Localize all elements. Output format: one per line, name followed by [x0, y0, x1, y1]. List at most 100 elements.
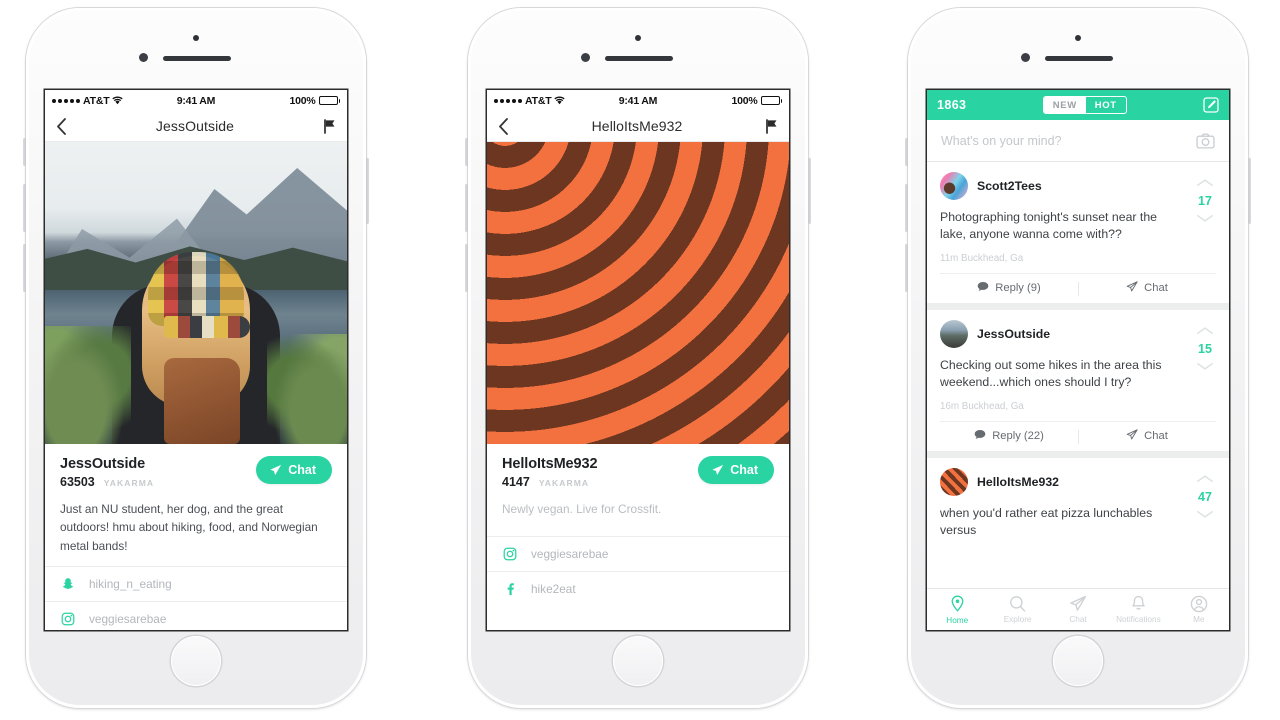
mute-switch[interactable] [465, 138, 468, 166]
chat-action-label: Chat [1144, 282, 1168, 295]
post-item[interactable]: Scott2Tees Photographing tonight's sunse… [927, 162, 1229, 303]
chat-button-2[interactable]: Chat [698, 456, 774, 484]
volume-down-button[interactable] [905, 244, 908, 292]
post-username[interactable]: HelloItsMe932 [977, 475, 1059, 489]
phone-device-3: 1863 NEW HOT What's on your mind? Scott2… [905, 5, 1251, 711]
power-button[interactable] [366, 158, 369, 224]
phone-3-screen: 1863 NEW HOT What's on your mind? Scott2… [927, 90, 1229, 630]
post-composer[interactable]: What's on your mind? [927, 120, 1229, 162]
tab-me[interactable]: Me [1169, 595, 1229, 624]
downvote-icon[interactable] [1192, 506, 1218, 524]
home-button[interactable] [613, 636, 663, 686]
power-button[interactable] [1248, 158, 1251, 224]
back-chevron-icon[interactable] [498, 117, 509, 135]
compose-icon[interactable] [1203, 97, 1219, 113]
post-item[interactable]: JessOutside Checking out some hikes in t… [927, 309, 1229, 451]
upvote-icon[interactable] [1192, 470, 1218, 488]
action-divider [1078, 429, 1079, 444]
front-camera-icon [139, 53, 148, 62]
volume-down-button[interactable] [465, 244, 468, 292]
social-row-facebook[interactable]: hike2eat [487, 571, 789, 606]
ios-status-bar: AT&T 9:41 AM 100% [487, 90, 789, 111]
chat-button-label-1: Chat [288, 463, 316, 477]
downvote-icon[interactable] [1192, 210, 1218, 228]
bell-icon [1130, 595, 1147, 613]
flag-icon[interactable] [765, 118, 778, 134]
tab-label-chat: Chat [1069, 615, 1087, 624]
arc-pattern-graphic [487, 142, 789, 444]
reply-button[interactable]: Reply (9) [940, 281, 1078, 295]
profile-karma-label-1: YAKARMA [103, 478, 155, 488]
composer-placeholder: What's on your mind? [941, 133, 1062, 148]
mute-switch[interactable] [905, 138, 908, 166]
vote-control[interactable]: 17 [1192, 174, 1218, 228]
tab-explore[interactable]: Explore [987, 595, 1047, 624]
profile-title-2: HelloItsMe932 [591, 118, 683, 134]
ios-status-bar: AT&T 9:41 AM 100% [45, 90, 347, 111]
tab-chat[interactable]: Chat [1048, 595, 1108, 624]
avatar[interactable] [940, 319, 968, 348]
foliage-right [267, 334, 347, 444]
phone-device-2: AT&T 9:41 AM 100% HelloItsMe932 HelloIts… [465, 5, 811, 711]
post-item[interactable]: HelloItsMe932 when you'd rather eat pizz… [927, 457, 1229, 564]
front-camera-dot-icon [193, 35, 199, 41]
feed-sort-segmented-control[interactable]: NEW HOT [1042, 96, 1127, 114]
home-button[interactable] [1053, 636, 1103, 686]
social-row-instagram[interactable]: veggiesarebae [487, 536, 789, 571]
profile-navbar-2: HelloItsMe932 [487, 111, 789, 142]
post-actions: Reply (9) Chat [940, 272, 1216, 303]
vote-control[interactable]: 47 [1192, 470, 1218, 524]
chat-action-button[interactable]: Chat [1078, 429, 1216, 444]
phone-device-1: AT&T 9:41 AM 100% JessOutside JessOutsid… [23, 5, 369, 711]
volume-up-button[interactable] [23, 184, 26, 232]
social-list-2: veggiesarebae hike2eat [487, 536, 789, 606]
foliage-left [45, 326, 131, 444]
avatar[interactable] [940, 467, 968, 496]
home-button[interactable] [171, 636, 221, 686]
post-feed[interactable]: Scott2Tees Photographing tonight's sunse… [927, 162, 1229, 564]
social-row-snapchat[interactable]: hiking_n_eating [45, 565, 347, 601]
volume-up-button[interactable] [465, 184, 468, 232]
reply-button[interactable]: Reply (22) [940, 429, 1078, 443]
power-button[interactable] [808, 158, 811, 224]
profile-identity-2: HelloItsMe932 4147 YAKARMA [502, 456, 598, 489]
vote-count: 47 [1198, 489, 1212, 504]
chat-button-1[interactable]: Chat [256, 456, 332, 484]
tab-hot[interactable]: HOT [1086, 97, 1126, 113]
vote-control[interactable]: 15 [1192, 322, 1218, 376]
volume-up-button[interactable] [905, 184, 908, 232]
paper-plane-icon [711, 464, 724, 477]
profile-identity-1: JessOutside 63503 YAKARMA [60, 456, 154, 489]
phone-2-screen: AT&T 9:41 AM 100% HelloItsMe932 HelloIts… [487, 90, 789, 630]
front-camera-dot-icon [635, 35, 641, 41]
downvote-icon[interactable] [1192, 358, 1218, 376]
mute-switch[interactable] [23, 138, 26, 166]
social-row-instagram[interactable]: veggiesarebae [45, 600, 347, 630]
snapchat-icon [60, 577, 76, 591]
tab-new[interactable]: NEW [1043, 97, 1086, 113]
chat-action-button[interactable]: Chat [1078, 281, 1216, 296]
upvote-icon[interactable] [1192, 322, 1218, 340]
back-chevron-icon[interactable] [56, 117, 67, 135]
profile-bio-1: Just an NU student, her dog, and the gre… [60, 502, 318, 553]
comment-bubble-icon [977, 281, 989, 295]
upvote-icon[interactable] [1192, 174, 1218, 192]
profile-karma-value-1: 63503 [60, 475, 95, 489]
camera-icon[interactable] [1196, 132, 1215, 149]
tab-notifications[interactable]: Notifications [1108, 595, 1168, 624]
yakarma-count: 1863 [937, 98, 967, 112]
post-username[interactable]: JessOutside [977, 327, 1050, 341]
earpiece-speaker [163, 56, 231, 61]
profile-karma-value-2: 4147 [502, 475, 530, 489]
post-username[interactable]: Scott2Tees [977, 179, 1042, 193]
paper-plane-icon [1126, 429, 1138, 444]
chat-action-label: Chat [1144, 430, 1168, 443]
search-icon [1009, 595, 1026, 613]
avatar[interactable] [940, 172, 968, 200]
tab-home[interactable]: Home [927, 595, 987, 625]
post-actions: Reply (22) Chat [940, 420, 1216, 451]
cap-brim [164, 316, 250, 338]
flag-icon[interactable] [323, 118, 336, 134]
post-text: Checking out some hikes in the area this… [940, 357, 1162, 390]
volume-down-button[interactable] [23, 244, 26, 292]
